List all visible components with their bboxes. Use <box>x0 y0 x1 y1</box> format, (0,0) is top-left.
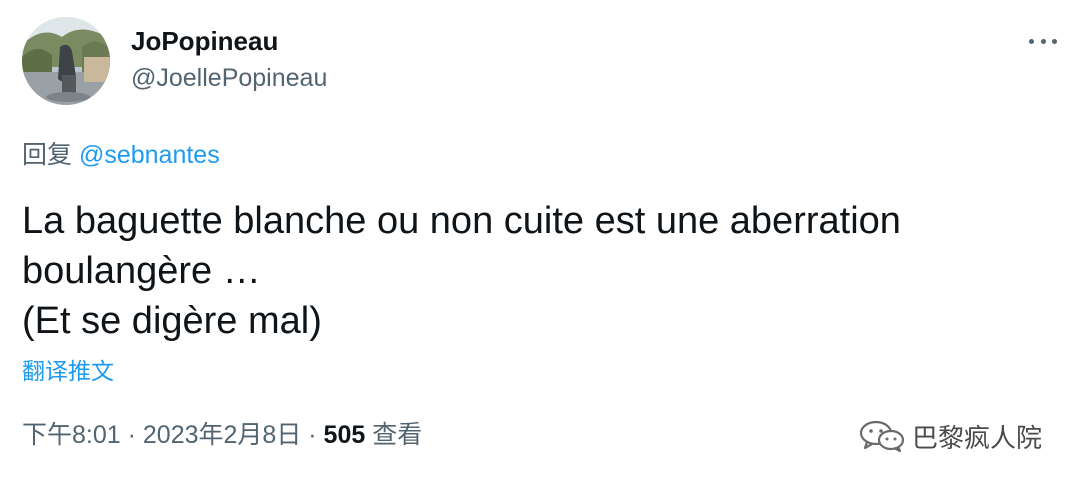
tweet-text-line: boulangère … <box>22 250 261 292</box>
meta-separator: · <box>301 421 324 449</box>
tweet-text: La baguette blanche ou non cuite est une… <box>22 196 1052 346</box>
tweet-metadata: 下午8:01 · 2023年2月8日 · 505 查看 <box>22 418 422 452</box>
more-horizontal-icon <box>1029 38 1034 44</box>
tweet-text-line: La baguette blanche ou non cuite est une… <box>22 200 901 242</box>
meta-separator: · <box>120 421 143 449</box>
reply-context: 回复 @sebnantes <box>22 138 220 172</box>
wechat-icon <box>859 420 905 453</box>
tweet-card: JoPopineau @JoellePopineau 回复 @sebnantes… <box>0 0 1080 483</box>
translate-tweet-link[interactable]: 翻译推文 <box>22 356 114 386</box>
more-horizontal-icon-dot <box>1040 38 1046 44</box>
views-label: 查看 <box>365 421 423 449</box>
author-display-name[interactable]: JoPopineau <box>131 24 278 58</box>
more-horizontal-icon-dot <box>1052 38 1057 44</box>
reply-mention-link[interactable]: @sebnantes <box>79 141 220 169</box>
tweet-text-line: (Et se digère mal) <box>22 300 322 342</box>
reply-prefix: 回复 <box>22 141 73 169</box>
tweet-date[interactable]: 2023年2月8日 <box>143 421 301 449</box>
watermark: 巴黎疯人院 <box>858 418 1042 454</box>
avatar[interactable] <box>22 17 110 105</box>
more-options-button[interactable] <box>1025 28 1061 54</box>
watermark-text: 巴黎疯人院 <box>912 422 1043 453</box>
views-count: 505 <box>323 421 366 449</box>
avatar-image <box>22 17 110 105</box>
tweet-time[interactable]: 下午8:01 <box>22 421 121 449</box>
author-handle[interactable]: @JoellePopineau <box>131 61 327 95</box>
